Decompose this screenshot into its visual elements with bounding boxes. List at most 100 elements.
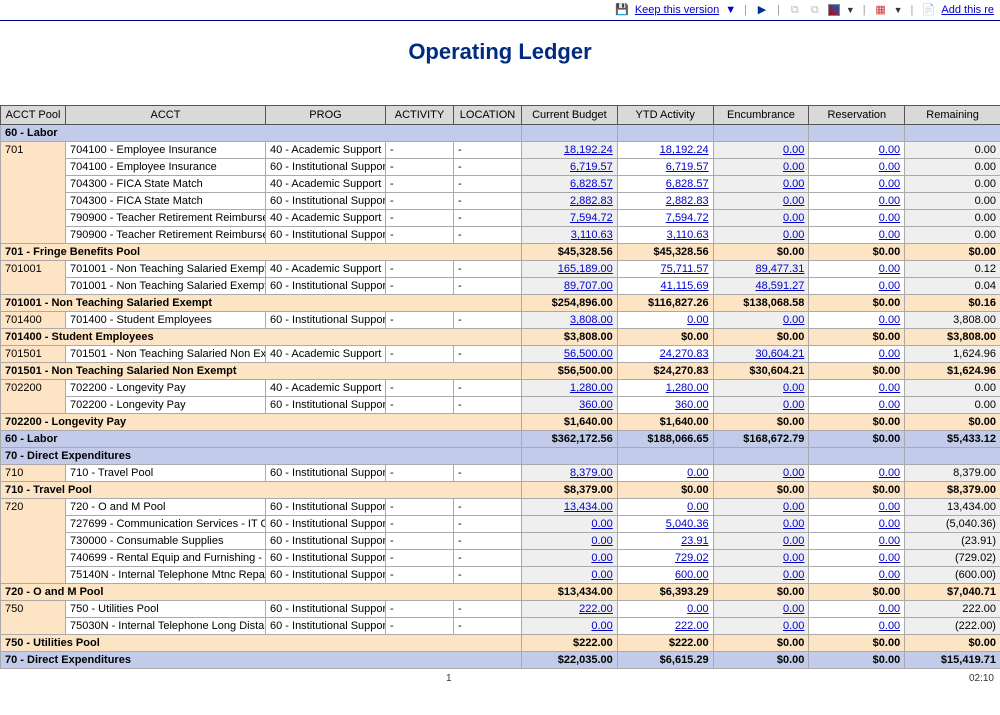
drill-link[interactable]: 222.00 xyxy=(675,620,709,632)
drill-link[interactable]: 0.00 xyxy=(783,535,804,547)
drill-link[interactable]: 0.00 xyxy=(591,518,612,530)
drill-link[interactable]: 30,604.21 xyxy=(755,348,804,360)
drill-link[interactable]: 7,594.72 xyxy=(570,212,613,224)
drill-link[interactable]: 0.00 xyxy=(879,212,900,224)
drill-link[interactable]: 0.00 xyxy=(879,280,900,292)
drill-link[interactable]: 0.00 xyxy=(879,263,900,275)
drill-link[interactable]: 24,270.83 xyxy=(660,348,709,360)
drill-link[interactable]: 0.00 xyxy=(879,535,900,547)
drill-link[interactable]: 0.00 xyxy=(879,467,900,479)
drill-link[interactable]: 0.00 xyxy=(879,399,900,411)
drill-link[interactable]: 1,280.00 xyxy=(666,382,709,394)
drill-link[interactable]: 75,711.57 xyxy=(660,263,708,275)
drill-link[interactable]: 0.00 xyxy=(783,144,804,156)
drill-link[interactable]: 3,110.63 xyxy=(571,229,613,241)
drill-link[interactable]: 0.00 xyxy=(783,399,804,411)
export-icon-1[interactable]: ⧉ xyxy=(788,3,802,17)
chart-icon[interactable]: ▦ xyxy=(874,3,888,17)
cell-cb: 0.00 xyxy=(522,533,618,550)
drill-link[interactable]: 600.00 xyxy=(675,569,709,581)
color-chip-icon[interactable] xyxy=(828,4,840,16)
drill-link[interactable]: 18,192.24 xyxy=(660,144,709,156)
page-time: 02:10 xyxy=(969,673,994,684)
drill-link[interactable]: 1,280.00 xyxy=(570,382,613,394)
drill-link[interactable]: 0.00 xyxy=(879,552,900,564)
drill-link[interactable]: 0.00 xyxy=(879,195,900,207)
cell-remaining: 3,808.00 xyxy=(905,312,1000,329)
drill-link[interactable]: 0.00 xyxy=(687,314,708,326)
drill-link[interactable]: 0.00 xyxy=(783,229,804,241)
drill-link[interactable]: 0.00 xyxy=(783,314,804,326)
drill-link[interactable]: 0.00 xyxy=(783,518,804,530)
drill-link[interactable]: 18,192.24 xyxy=(564,144,613,156)
drill-link[interactable]: 0.00 xyxy=(783,467,804,479)
drill-link[interactable]: 48,591.27 xyxy=(755,280,804,292)
drill-link[interactable]: 0.00 xyxy=(879,382,900,394)
drill-link[interactable]: 6,719.57 xyxy=(666,161,709,173)
drill-link[interactable]: 360.00 xyxy=(579,399,613,411)
dropdown-icon-2[interactable]: ▼ xyxy=(846,5,855,15)
drill-link[interactable]: 3,110.63 xyxy=(667,229,709,241)
drill-link[interactable]: 0.00 xyxy=(783,161,804,173)
drill-link[interactable]: 0.00 xyxy=(783,603,804,615)
drill-link[interactable]: 0.00 xyxy=(591,569,612,581)
export-icon-2[interactable]: ⧉ xyxy=(808,3,822,17)
dropdown-icon-3[interactable]: ▼ xyxy=(894,5,903,15)
drill-link[interactable]: 165,189.00 xyxy=(558,263,613,275)
drill-link[interactable]: 0.00 xyxy=(687,501,708,513)
drill-link[interactable]: 7,594.72 xyxy=(666,212,709,224)
group-total xyxy=(617,125,713,142)
drill-link[interactable]: 0.00 xyxy=(783,569,804,581)
drill-link[interactable]: 89,477.31 xyxy=(755,263,804,275)
drill-link[interactable]: 729.02 xyxy=(675,552,709,564)
drill-link[interactable]: 0.00 xyxy=(591,552,612,564)
drill-link[interactable]: 0.00 xyxy=(879,603,900,615)
drill-link[interactable]: 0.00 xyxy=(879,178,900,190)
cell-acct: 740699 - Rental Equip and Furnishing - I… xyxy=(66,550,266,567)
drill-link[interactable]: 0.00 xyxy=(879,569,900,581)
drill-link[interactable]: 0.00 xyxy=(879,620,900,632)
drill-link[interactable]: 0.00 xyxy=(879,161,900,173)
drill-link[interactable]: 0.00 xyxy=(879,518,900,530)
play-icon[interactable]: ▶ xyxy=(755,3,769,17)
drill-link[interactable]: 0.00 xyxy=(783,382,804,394)
drill-link[interactable]: 0.00 xyxy=(783,195,804,207)
dropdown-icon[interactable]: ▼ xyxy=(725,4,736,16)
drill-link[interactable]: 41,115.69 xyxy=(660,280,708,292)
drill-link[interactable]: 13,434.00 xyxy=(564,501,613,513)
drill-link[interactable]: 0.00 xyxy=(591,620,612,632)
drill-link[interactable]: 23.91 xyxy=(681,535,709,547)
add-report-link[interactable]: Add this re xyxy=(941,4,994,16)
drill-link[interactable]: 6,828.57 xyxy=(666,178,709,190)
drill-link[interactable]: 6,828.57 xyxy=(570,178,613,190)
drill-link[interactable]: 0.00 xyxy=(783,212,804,224)
table-row: 60 - Labor$362,172.56$188,066.65$168,672… xyxy=(1,431,1000,448)
drill-link[interactable]: 0.00 xyxy=(783,178,804,190)
drill-link[interactable]: 8,379.00 xyxy=(570,467,613,479)
drill-link[interactable]: 3,808.00 xyxy=(570,314,613,326)
drill-link[interactable]: 2,882.83 xyxy=(570,195,613,207)
acct-pool-cell: 701001 xyxy=(1,261,66,295)
drill-link[interactable]: 0.00 xyxy=(591,535,612,547)
drill-link[interactable]: 360.00 xyxy=(675,399,709,411)
drill-link[interactable]: 222.00 xyxy=(579,603,613,615)
keep-version-link[interactable]: Keep this version xyxy=(635,4,719,16)
cell-cb: 56,500.00 xyxy=(522,346,618,363)
drill-link[interactable]: 0.00 xyxy=(783,552,804,564)
drill-link[interactable]: 0.00 xyxy=(879,314,900,326)
drill-link[interactable]: 0.00 xyxy=(687,603,708,615)
drill-link[interactable]: 0.00 xyxy=(879,229,900,241)
group-total xyxy=(522,448,618,465)
drill-link[interactable]: 0.00 xyxy=(783,620,804,632)
drill-link[interactable]: 5,040.36 xyxy=(666,518,709,530)
drill-link[interactable]: 0.00 xyxy=(879,501,900,513)
drill-link[interactable]: 0.00 xyxy=(879,348,900,360)
drill-link[interactable]: 6,719.57 xyxy=(570,161,613,173)
drill-link[interactable]: 0.00 xyxy=(687,467,708,479)
drill-link[interactable]: 2,882.83 xyxy=(666,195,709,207)
drill-link[interactable]: 0.00 xyxy=(879,144,900,156)
drill-link[interactable]: 56,500.00 xyxy=(564,348,613,360)
drill-link[interactable]: 0.00 xyxy=(783,501,804,513)
drill-link[interactable]: 89,707.00 xyxy=(564,280,613,292)
cell-cb: 0.00 xyxy=(522,550,618,567)
